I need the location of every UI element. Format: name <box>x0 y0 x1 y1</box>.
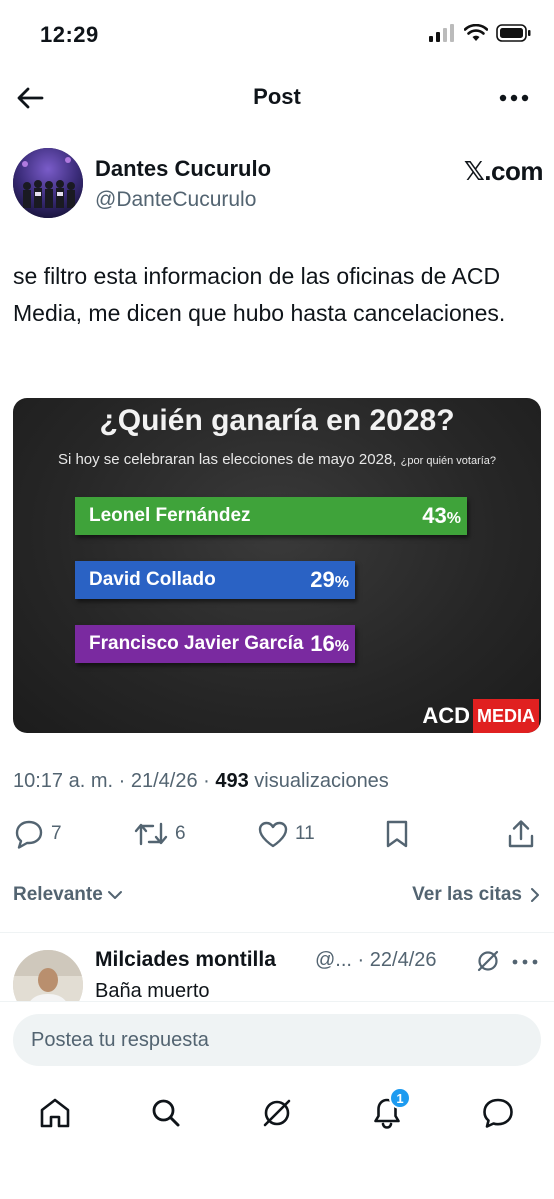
compose-bar <box>0 1001 554 1073</box>
nav-search[interactable] <box>146 1093 186 1133</box>
share-button[interactable] <box>507 815 535 853</box>
heart-icon <box>258 821 288 848</box>
chart-bar-label: David Collado <box>89 569 216 590</box>
status-icons <box>428 24 532 42</box>
chart-bar-label: Francisco Javier García <box>89 633 304 654</box>
nav-messages[interactable] <box>478 1093 518 1133</box>
repost-button[interactable]: 6 <box>133 815 186 853</box>
author-name[interactable]: Dantes Cucurulo <box>95 156 271 182</box>
cellular-signal-icon <box>429 24 454 42</box>
nav-grok[interactable] <box>257 1093 297 1133</box>
chart-title: ¿Quién ganaría en 2028? <box>99 404 455 437</box>
chart-bar-value: 16% <box>310 631 349 657</box>
acd-media-logo: ACD MEDIA <box>419 699 539 733</box>
reply-avatar-image <box>13 950 83 1002</box>
reply-icon <box>15 820 43 849</box>
reply-input[interactable] <box>13 1014 541 1066</box>
divider <box>0 932 554 933</box>
reply-handle: @... <box>315 949 352 971</box>
grok-icon <box>263 1099 291 1127</box>
action-bar: 7 6 11 <box>13 815 538 855</box>
reply-author-name[interactable]: Milciades montilla <box>95 948 276 972</box>
timestamp-date: 21/4/26 <box>130 770 198 792</box>
header: Post <box>0 70 554 126</box>
quotes-label: Ver las citas <box>412 884 522 905</box>
chart-bar: Leonel Fernández 43% <box>75 497 467 535</box>
views-label: visualizaciones <box>254 770 389 792</box>
nav-home[interactable] <box>35 1093 75 1133</box>
post-media-image[interactable]: ¿Quién ganaría en 2028? Si hoy se celebr… <box>13 398 541 733</box>
reply-more-button[interactable] <box>512 952 538 970</box>
chart-value-unit: % <box>446 510 461 527</box>
status-bar: 12:29 <box>0 0 554 70</box>
more-icon <box>499 94 529 102</box>
chart-bar-value: 29% <box>310 567 349 593</box>
reply-count: 7 <box>51 823 62 844</box>
author-row: Dantes Cucurulo @DanteCucurulo 𝕏.com <box>13 148 544 220</box>
chart-value-number: 43 <box>422 503 447 528</box>
views-count: 493 <box>215 770 249 792</box>
bookmark-icon <box>386 820 408 848</box>
battery-icon <box>496 24 531 42</box>
page-title: Post <box>253 84 301 109</box>
relevance-dropdown[interactable]: Relevante <box>13 884 123 906</box>
author-avatar[interactable] <box>13 148 83 218</box>
reply-avatar[interactable] <box>13 950 83 1002</box>
wifi-icon <box>464 24 488 41</box>
chart-value-number: 16 <box>310 631 335 656</box>
post-text: se filtro esta informacion de las oficin… <box>13 263 506 326</box>
share-icon <box>508 820 534 848</box>
grok-icon <box>477 950 499 972</box>
grok-button[interactable] <box>475 948 501 979</box>
chat-icon <box>483 1098 513 1128</box>
chevron-right-icon <box>531 888 539 902</box>
chevron-down-icon <box>107 891 122 899</box>
like-button[interactable]: 11 <box>257 815 315 853</box>
reply-text: Baña muerto <box>95 980 210 1002</box>
reply-date: 22/4/26 <box>369 949 437 971</box>
status-time: 12:29 <box>40 22 99 47</box>
chart-bar: David Collado 29% <box>75 561 355 599</box>
author-handle[interactable]: @DanteCucurulo <box>95 188 256 212</box>
view-quotes-link[interactable]: Ver las citas <box>412 884 540 906</box>
relevance-label: Relevante <box>13 884 103 905</box>
chart-subtitle-main: Si hoy se celebraran las elecciones de m… <box>57 451 397 468</box>
chart-value-unit: % <box>334 638 349 655</box>
reply-meta: @... · 22/4/26 <box>315 949 437 971</box>
like-count: 11 <box>295 823 315 844</box>
bookmark-button[interactable] <box>384 815 410 853</box>
bottom-nav: 1 <box>0 1075 554 1155</box>
logo-acd-text: ACD <box>422 703 470 728</box>
more-options-button[interactable] <box>496 84 532 112</box>
chart-value-unit: % <box>334 574 349 591</box>
more-icon <box>512 959 538 965</box>
logo-media-text: MEDIA <box>473 699 539 733</box>
chart-bar: Francisco Javier García 16% <box>75 625 355 663</box>
chart-bar-value: 43% <box>422 503 461 529</box>
repost-icon <box>134 822 168 846</box>
search-icon <box>152 1099 180 1127</box>
chart-subtitle: Si hoy se celebraran las elecciones de m… <box>13 451 541 468</box>
reply-item[interactable]: Milciades montilla @... · 22/4/26 Baña m… <box>13 946 540 1002</box>
source-tag: 𝕏.com <box>463 156 544 186</box>
reply-button[interactable]: 7 <box>13 815 62 853</box>
chart-value-number: 29 <box>310 567 335 592</box>
notifications-badge: 1 <box>389 1087 411 1109</box>
replies-filter-row: Relevante Ver las citas <box>13 880 540 912</box>
timestamp-time: 10:17 a. m. <box>13 770 114 792</box>
nav-notifications[interactable]: 1 <box>367 1087 411 1133</box>
avatar-image <box>13 148 83 218</box>
chart-bar-label: Leonel Fernández <box>89 505 251 526</box>
home-icon <box>40 1098 70 1128</box>
repost-count: 6 <box>175 823 186 844</box>
post-timestamp: 10:17 a. m. · 21/4/26 · 493 visualizacio… <box>13 770 389 792</box>
chart-subtitle-question: ¿por quién votaría? <box>400 455 497 467</box>
